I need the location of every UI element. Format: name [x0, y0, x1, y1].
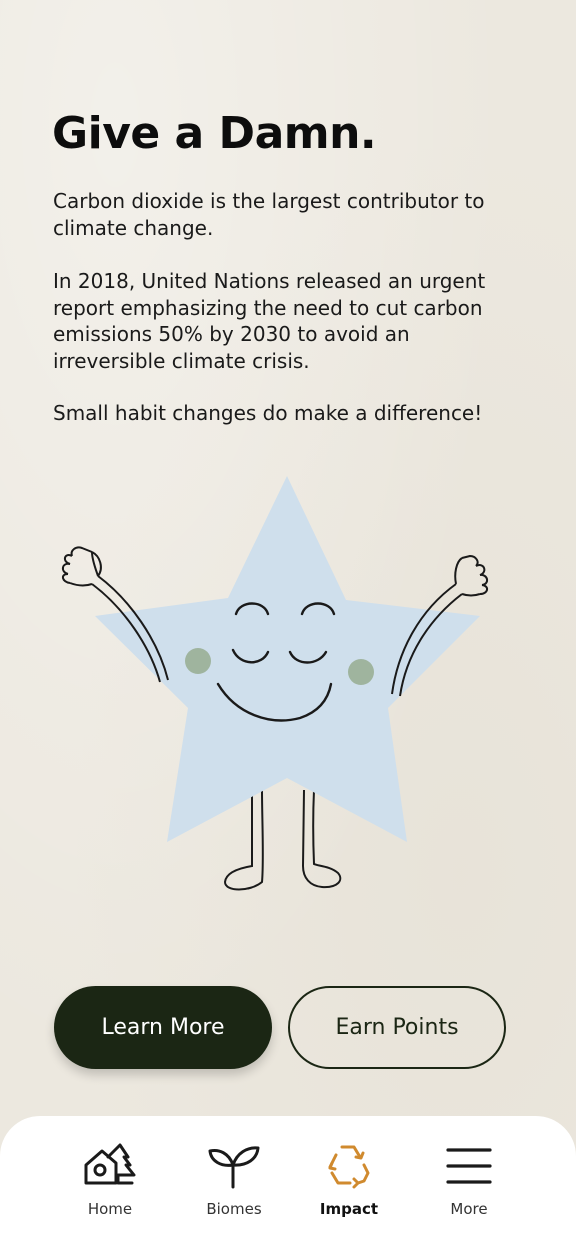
habit-paragraph: Small habit changes do make a difference… — [53, 401, 483, 425]
nav-item-biomes[interactable]: Biomes — [179, 1140, 289, 1220]
star-right-cheek — [348, 659, 374, 685]
nav-label-biomes: Biomes — [206, 1200, 262, 1218]
nav-item-home[interactable]: Home — [55, 1140, 165, 1220]
nav-label-home: Home — [87, 1200, 133, 1218]
nav-item-more[interactable]: More — [414, 1140, 524, 1220]
learn-more-button[interactable]: Learn More — [54, 986, 272, 1069]
sprout-icon — [204, 1140, 264, 1192]
nav-item-impact[interactable]: Impact — [294, 1140, 404, 1220]
nav-label-more: More — [450, 1200, 488, 1218]
intro-paragraph: Carbon dioxide is the largest contributo… — [53, 189, 485, 240]
nav-label-impact: Impact — [319, 1200, 379, 1218]
page-title: Give a Damn. — [52, 108, 377, 159]
un-report-paragraph: In 2018, United Nations released an urge… — [53, 269, 486, 373]
star-legs — [223, 789, 342, 891]
bottom-navigation: Home Biomes Impact More — [0, 1116, 576, 1248]
menu-icon — [439, 1140, 499, 1192]
star-body — [95, 476, 480, 842]
earn-points-button[interactable]: Earn Points — [288, 986, 506, 1069]
recycle-icon — [319, 1140, 379, 1192]
star-left-cheek — [185, 648, 211, 674]
home-icon — [80, 1140, 140, 1192]
star-mascot-illustration — [0, 460, 576, 920]
